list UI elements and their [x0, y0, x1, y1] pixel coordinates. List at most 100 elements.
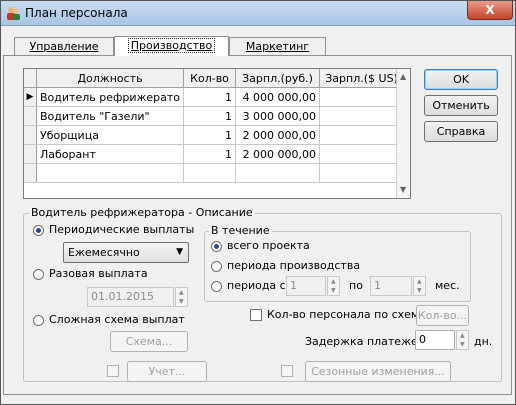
- payment-delay-field[interactable]: 0: [415, 330, 455, 350]
- frequency-select[interactable]: Ежемесячно ▼: [63, 242, 189, 263]
- spin-up-icon: ▲: [179, 289, 184, 296]
- window-title: План персонала: [25, 6, 128, 20]
- help-button[interactable]: Справка: [424, 121, 498, 142]
- chevron-down-icon: ▼: [176, 247, 183, 257]
- people-icon: [7, 7, 20, 20]
- tab-marketing[interactable]: Маркетинг: [229, 37, 326, 55]
- staff-table: Должность Кол-во Зарпл.(руб.) Зарпл.($ U…: [24, 69, 405, 183]
- cell-qty[interactable]: 1: [183, 106, 237, 126]
- period-title: В течение: [209, 224, 272, 237]
- date-field[interactable]: 01.01.2015: [87, 287, 174, 307]
- table-header: Должность Кол-во Зарпл.(руб.) Зарпл.($ U…: [24, 69, 405, 88]
- scroll-up-icon[interactable]: ▲: [400, 72, 406, 81]
- scroll-down-icon[interactable]: ▼: [400, 185, 406, 194]
- period-from-label: периода с: [227, 279, 286, 292]
- cell-qty[interactable]: [183, 163, 237, 183]
- col-qty[interactable]: Кол-во: [183, 69, 237, 88]
- cell-salary-usd[interactable]: [319, 125, 405, 145]
- one-time-label: Разовая выплата: [49, 267, 148, 280]
- staff-by-scheme-checkbox[interactable]: [250, 309, 262, 321]
- complex-label: Сложная схема выплат: [49, 313, 185, 326]
- tab-management-label: Управление: [29, 40, 99, 53]
- ok-button[interactable]: OK: [424, 69, 498, 90]
- accounting-button[interactable]: Учет...: [127, 361, 207, 382]
- row-indicator: [24, 106, 37, 126]
- staff-count-button[interactable]: Кол-во...: [416, 305, 469, 326]
- cell-qty[interactable]: 1: [183, 125, 237, 145]
- from-spinner[interactable]: ▲ ▼: [327, 276, 340, 296]
- table-row[interactable]: Водитель "Газели" 1 3 000 000,00: [24, 106, 405, 126]
- grid-scrollbar[interactable]: ▲ ▼: [396, 69, 410, 198]
- cell-salary-rub[interactable]: 4 000 000,00: [235, 87, 321, 107]
- tab-management[interactable]: Управление: [14, 37, 114, 55]
- cell-salary-rub[interactable]: 3 000 000,00: [235, 106, 321, 126]
- tab-production-label: Производство: [127, 38, 216, 53]
- cell-qty[interactable]: 1: [183, 87, 237, 107]
- payment-delay-spinner[interactable]: ▲ ▼: [456, 330, 469, 350]
- cell-position[interactable]: Водитель "Газели": [36, 106, 185, 126]
- staff-grid[interactable]: Должность Кол-во Зарпл.(руб.) Зарпл.($ U…: [23, 68, 411, 199]
- spin-up-icon: ▲: [417, 278, 422, 285]
- payment-delay-label: Задержка платежей:: [305, 335, 429, 348]
- table-row[interactable]: Уборщица 1 2 000 000,00: [24, 125, 405, 145]
- table-row[interactable]: Лаборант 1 2 000 000,00: [24, 144, 405, 164]
- periodic-label: Периодические выплаты: [49, 223, 195, 236]
- cell-qty[interactable]: 1: [183, 144, 237, 164]
- months-unit: мес.: [435, 279, 460, 292]
- cell-salary-usd[interactable]: [319, 87, 405, 107]
- date-spinner[interactable]: ▲ ▼: [175, 287, 188, 307]
- row-indicator: [24, 144, 37, 164]
- current-row-marker: ▶: [24, 87, 37, 107]
- seasonal-button[interactable]: Сезонные изменения...: [305, 361, 451, 382]
- close-icon: X: [485, 3, 495, 17]
- to-spinner[interactable]: ▲ ▼: [413, 276, 426, 296]
- col-position[interactable]: Должность: [36, 69, 185, 88]
- col-salary-usd[interactable]: Зарпл.($ US): [319, 69, 405, 88]
- staff-by-scheme-label: Кол-во персонала по схеме: [267, 308, 426, 321]
- spin-down-icon: ▼: [460, 341, 465, 348]
- spin-up-icon: ▲: [460, 332, 465, 339]
- to-field[interactable]: 1: [370, 276, 412, 296]
- cell-salary-rub[interactable]: 2 000 000,00: [235, 125, 321, 145]
- scheme-button[interactable]: Схема...: [110, 331, 188, 352]
- whole-project-label: всего проекта: [227, 239, 310, 252]
- one-time-radio[interactable]: [33, 269, 44, 280]
- tab-production[interactable]: Производство: [114, 36, 229, 56]
- table-row-empty[interactable]: [24, 163, 405, 183]
- spin-down-icon: ▼: [331, 287, 336, 294]
- col-salary-rub[interactable]: Зарпл.(руб.): [235, 69, 321, 88]
- cell-salary-usd[interactable]: [319, 163, 405, 183]
- days-unit: дн.: [474, 335, 493, 348]
- cancel-button[interactable]: Отменить: [424, 95, 498, 116]
- row-indicator-header: [24, 69, 37, 88]
- periodic-radio[interactable]: [33, 225, 44, 236]
- from-field[interactable]: 1: [286, 276, 326, 296]
- cell-salary-rub[interactable]: [235, 163, 321, 183]
- production-period-radio[interactable]: [211, 261, 222, 272]
- plan-window: План персонала X Управление Производство…: [0, 0, 516, 405]
- tab-marketing-label: Маркетинг: [245, 40, 310, 53]
- cell-position[interactable]: Уборщица: [36, 125, 185, 145]
- whole-project-radio[interactable]: [211, 241, 222, 252]
- spin-up-icon: ▲: [331, 278, 336, 285]
- period-from-radio[interactable]: [211, 281, 222, 292]
- complex-radio[interactable]: [33, 315, 44, 326]
- seasonal-checkbox[interactable]: [281, 365, 293, 377]
- cell-position[interactable]: Лаборант: [36, 144, 185, 164]
- table-row[interactable]: ▶ Водитель рефрижерато 1 4 000 000,00: [24, 87, 405, 107]
- cell-position[interactable]: Водитель рефрижерато: [36, 87, 185, 107]
- description-title: Водитель рефрижератора - Описание: [29, 206, 255, 219]
- spin-down-icon: ▼: [417, 287, 422, 294]
- title-bar[interactable]: План персонала X: [1, 1, 515, 26]
- production-period-label: периода производства: [227, 259, 361, 272]
- cell-salary-usd[interactable]: [319, 106, 405, 126]
- close-button[interactable]: X: [467, 1, 513, 20]
- row-indicator: [24, 163, 37, 183]
- cell-salary-usd[interactable]: [319, 144, 405, 164]
- cell-salary-rub[interactable]: 2 000 000,00: [235, 144, 321, 164]
- frequency-value: Ежемесячно: [68, 246, 140, 259]
- accounting-checkbox[interactable]: [107, 365, 119, 377]
- spin-down-icon: ▼: [179, 298, 184, 305]
- cell-position[interactable]: [36, 163, 185, 183]
- row-indicator: [24, 125, 37, 145]
